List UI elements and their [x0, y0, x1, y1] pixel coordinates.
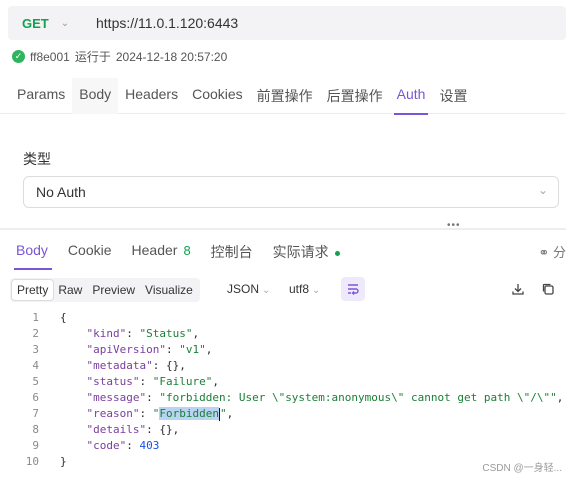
- auth-type-value: No Auth: [36, 184, 86, 200]
- code-line: 3 "apiVersion": "v1",: [0, 342, 566, 358]
- code-line: 1{: [0, 310, 566, 326]
- tab-post-actions[interactable]: 后置操作: [320, 78, 390, 114]
- line-number: 2: [32, 327, 39, 340]
- view-preview-button[interactable]: Preview: [87, 280, 140, 300]
- success-check-icon: ✓: [12, 50, 25, 63]
- code-line: 7 "reason": "Forbidden",: [0, 406, 566, 422]
- code-text: {: [60, 311, 67, 324]
- tab-auth[interactable]: Auth: [390, 78, 433, 115]
- tab-headers[interactable]: Headers: [118, 78, 185, 114]
- share-label: 分: [552, 245, 566, 260]
- code-text: "status": "Failure",: [86, 375, 219, 388]
- auth-type-select[interactable]: No Auth ⌄: [23, 176, 559, 208]
- code-text: "message": "forbidden: User \"system:ano…: [86, 391, 564, 404]
- line-number: 7: [32, 407, 39, 420]
- word-wrap-button[interactable]: [341, 277, 365, 301]
- code-line: 10}: [0, 454, 566, 470]
- response-tab-cookie-label: Cookie: [67, 242, 112, 258]
- line-number: 4: [32, 359, 39, 372]
- response-tab-header[interactable]: Header 8: [122, 236, 201, 270]
- view-mode-segmented: Pretty Raw Preview Visualize: [10, 278, 200, 302]
- share-button[interactable]: ⚭ 分: [538, 242, 566, 261]
- format-value: JSON: [227, 282, 260, 296]
- run-info: ✓ ff8e001 运行于 2024-12-18 20:57:20: [12, 48, 227, 65]
- code-line: 2 "kind": "Status",: [0, 326, 566, 342]
- code-text: "metadata": {},: [86, 359, 186, 372]
- url-bar: GET ⌄ https://11.0.1.120:6443: [8, 6, 566, 40]
- request-tabs: Params Body Headers Cookies 前置操作 后置操作 Au…: [0, 78, 566, 115]
- share-icon: ⚭: [538, 245, 550, 260]
- response-tab-actual-request[interactable]: 实际请求: [263, 236, 350, 270]
- header-count-badge: 8: [183, 243, 191, 258]
- code-line: 6 "message": "forbidden: User \"system:a…: [0, 390, 566, 406]
- code-line: 5 "status": "Failure",: [0, 374, 566, 390]
- tab-settings[interactable]: 设置: [432, 78, 474, 114]
- copy-button[interactable]: [539, 280, 557, 298]
- download-button[interactable]: [509, 280, 527, 298]
- code-text: "reason": "Forbidden",: [86, 407, 234, 421]
- method-select[interactable]: GET ⌄: [8, 6, 78, 40]
- tab-cookies[interactable]: Cookies: [185, 78, 250, 114]
- tab-pre-actions[interactable]: 前置操作: [250, 78, 320, 114]
- tab-params[interactable]: Params: [0, 78, 72, 114]
- wrap-icon: [348, 284, 359, 295]
- response-tab-body-label: Body: [16, 242, 48, 258]
- encoding-select[interactable]: utf8 ⌄: [289, 282, 320, 296]
- format-select[interactable]: JSON ⌄: [227, 282, 270, 296]
- encoding-value: utf8: [289, 282, 310, 296]
- tab-body[interactable]: Body: [72, 78, 119, 114]
- code-line: 8 "details": {},: [0, 422, 566, 438]
- auth-type-label: 类型: [23, 151, 51, 167]
- line-number: 8: [32, 423, 39, 436]
- watermark: CSDN @一身轻...: [482, 463, 562, 474]
- line-number: 9: [32, 439, 39, 452]
- code-text: "kind": "Status",: [86, 327, 200, 340]
- view-visualize-button[interactable]: Visualize: [140, 280, 198, 300]
- url-input[interactable]: https://11.0.1.120:6443: [96, 15, 238, 31]
- code-text: "apiVersion": "v1",: [86, 343, 213, 356]
- code-text: "code": 403: [86, 439, 160, 452]
- view-raw-button[interactable]: Raw: [53, 280, 87, 300]
- response-tab-console-label: 控制台: [210, 244, 253, 260]
- code-text: }: [60, 455, 67, 468]
- response-code-view[interactable]: 1{ 2 "kind": "Status", 3 "apiVersion": "…: [0, 310, 566, 470]
- response-tab-console[interactable]: 控制台: [201, 236, 263, 270]
- run-timestamp: 2024-12-18 20:57:20: [115, 49, 228, 64]
- response-tab-cookie[interactable]: Cookie: [58, 236, 122, 270]
- panel-splitter[interactable]: [0, 228, 566, 230]
- code-line: 9 "code": 403: [0, 438, 566, 454]
- view-pretty-button[interactable]: Pretty: [12, 280, 54, 300]
- line-number: 6: [32, 391, 39, 404]
- chevron-down-icon: ⌄: [262, 285, 271, 296]
- line-number: 3: [32, 343, 39, 356]
- response-tab-actual-request-label: 实际请求: [272, 244, 329, 260]
- run-id: ff8e001: [30, 49, 70, 64]
- download-icon: [512, 284, 524, 295]
- chevron-down-icon: ⌄: [312, 285, 321, 296]
- response-tabs: Body Cookie Header 8 控制台 实际请求: [0, 236, 566, 272]
- copy-icon: [542, 283, 554, 295]
- method-label: GET: [22, 15, 49, 31]
- line-number: 5: [32, 375, 39, 388]
- chevron-down-icon: ⌄: [537, 183, 548, 197]
- line-number: 1: [32, 311, 39, 324]
- line-number: 10: [25, 455, 39, 468]
- status-dot-icon: [334, 250, 340, 256]
- response-tab-header-label: Header: [131, 242, 178, 258]
- chevron-down-icon: ⌄: [60, 17, 70, 29]
- response-tab-body[interactable]: Body: [0, 236, 58, 270]
- code-text: "details": {},: [86, 423, 180, 436]
- code-line: 4 "metadata": {},: [0, 358, 566, 374]
- run-label: 运行于: [74, 50, 111, 64]
